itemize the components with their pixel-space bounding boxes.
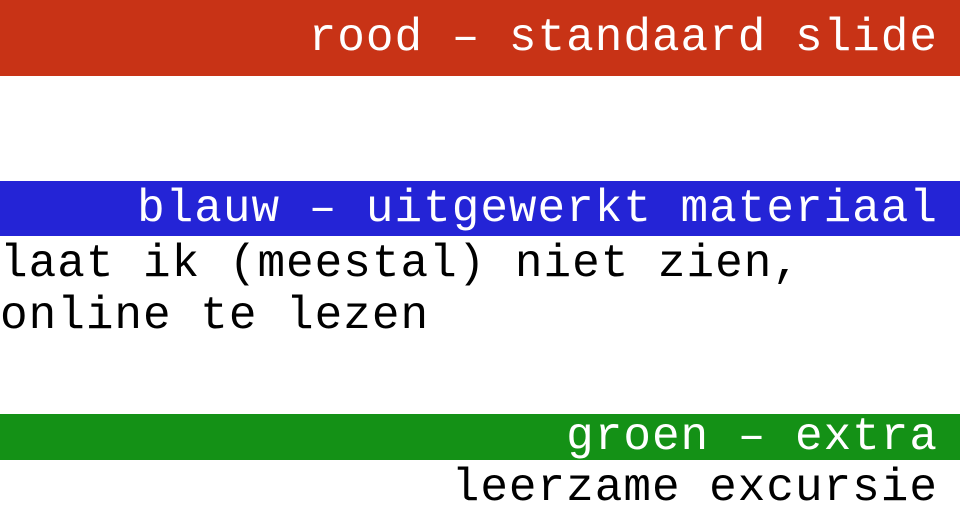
red-bar-label: rood – standaard slide: [309, 12, 938, 64]
blue-bar: blauw – uitgewerkt materiaal: [0, 181, 960, 236]
green-bar: groen – extra: [0, 414, 960, 460]
red-bar: rood – standaard slide: [0, 0, 960, 76]
blue-subtext: laat ik (meestal) niet zien, online te l…: [0, 238, 960, 342]
green-subtext: leerzame excursie: [0, 462, 960, 514]
green-bar-label: groen – extra: [566, 411, 938, 463]
blue-bar-label: blauw – uitgewerkt materiaal: [137, 183, 938, 235]
